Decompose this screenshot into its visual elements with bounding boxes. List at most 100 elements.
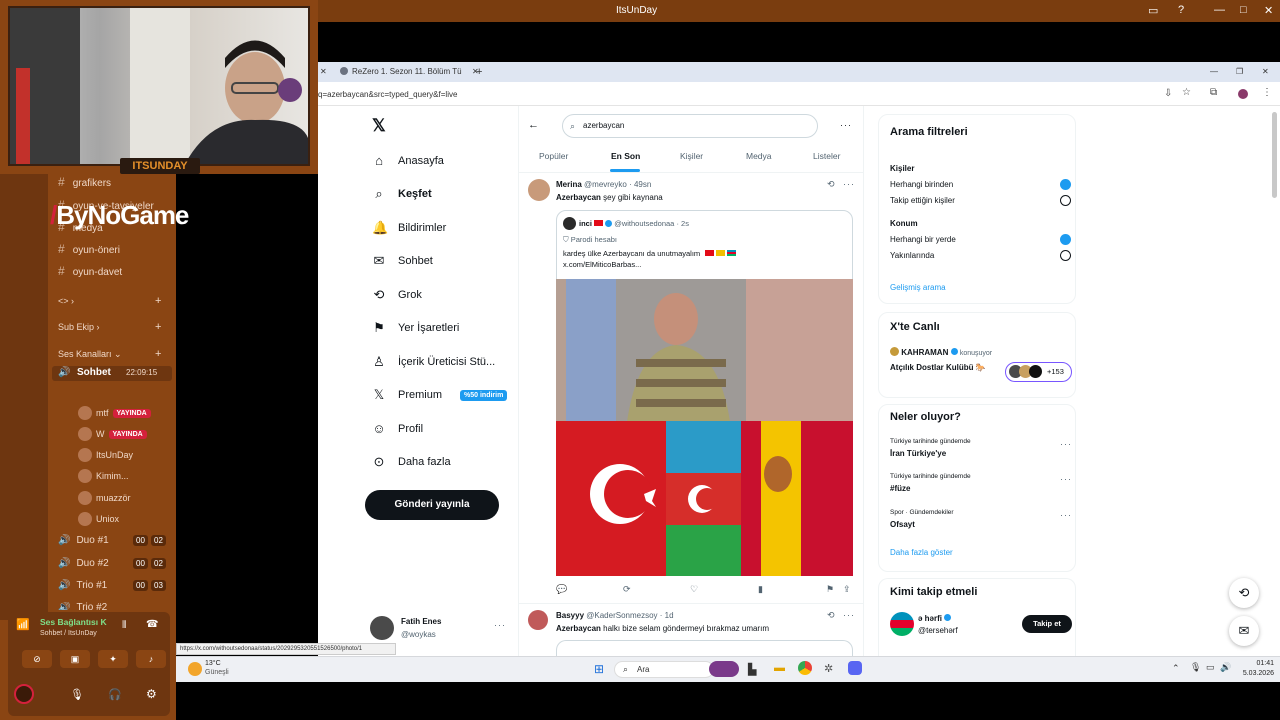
tweet-photo[interactable] <box>556 279 853 576</box>
voice-user[interactable]: ItsUnDay <box>78 448 133 462</box>
headphones-icon[interactable]: 🎧 <box>108 688 122 701</box>
tweet-more-icon[interactable]: ··· <box>843 610 855 620</box>
share-icon[interactable]: ⇪ <box>843 584 851 595</box>
add-channel-icon[interactable]: + <box>155 295 161 307</box>
radio-checked-icon[interactable] <box>1060 234 1071 245</box>
close-icon[interactable]: ✕ <box>1262 62 1269 82</box>
radio-unchecked-icon[interactable] <box>1060 250 1071 261</box>
screen-icon[interactable]: ▭ <box>1148 4 1158 17</box>
hidden-category[interactable]: <> › <box>58 296 74 306</box>
search-more-icon[interactable]: ··· <box>840 120 852 130</box>
network-icon[interactable]: ▭ <box>1206 662 1215 673</box>
back-arrow-icon[interactable]: ← <box>528 119 539 131</box>
browser-tab[interactable]: ReZero 1. Sezon 11. Bölüm Tü ✕ <box>334 62 479 82</box>
follow-button[interactable]: Takip et <box>1022 615 1072 633</box>
like-icon[interactable]: ♡ <box>690 584 698 595</box>
retweet-icon[interactable]: ⟳ <box>623 584 631 595</box>
clock-date[interactable]: 5.03.2026 <box>1226 670 1274 677</box>
voice-user[interactable]: Kimim... <box>78 469 129 483</box>
sub-ekip-category[interactable]: Sub Ekip › <box>58 322 100 332</box>
nav-item[interactable]: ⌕ Keşfet <box>372 186 431 202</box>
voice-user[interactable]: Uniox <box>78 512 119 526</box>
weather-icon[interactable] <box>188 662 202 676</box>
views-icon[interactable]: ▮ <box>758 584 763 595</box>
channel-item[interactable]: # oyun-öneri <box>58 242 120 256</box>
voice-room[interactable]: 🔊 Duo #1 00 02 <box>58 535 166 546</box>
new-tab-icon[interactable]: + <box>476 62 482 82</box>
quoted-tweet[interactable] <box>556 640 853 656</box>
quote-link[interactable]: x.com/ElMiticoBarbas... <box>563 260 641 269</box>
screenshare-icon[interactable]: ▣ <box>60 650 90 668</box>
grok-icon[interactable]: ⟲ <box>827 610 835 621</box>
live-space-name[interactable]: Atçılık Dostlar Kulübü 🐎 <box>890 363 986 372</box>
minimize-icon[interactable]: — <box>1214 4 1225 16</box>
trend-name[interactable]: #füze <box>890 484 910 493</box>
tab-lists[interactable]: Listeler <box>813 151 840 161</box>
post-button[interactable]: Gönderi yayınla <box>365 490 499 520</box>
avatar[interactable] <box>890 612 914 636</box>
voice-room[interactable]: 🔊 Duo #2 00 02 <box>58 558 166 569</box>
address-bar[interactable]: q=azerbaycan&src=typed_query&f=live ⇩ ☆ … <box>318 82 1280 106</box>
nav-item[interactable]: ✉ Sohbet <box>372 253 433 269</box>
tab-people[interactable]: Kişiler <box>680 151 703 161</box>
add-channel-icon[interactable]: + <box>155 348 161 360</box>
nav-item[interactable]: ☺ Profil <box>372 421 423 436</box>
nav-item[interactable]: ⟲ Grok <box>372 287 422 303</box>
voice-user[interactable]: mtf YAYINDA <box>78 406 151 420</box>
nav-item[interactable]: ⚑ Yer İşaretleri <box>372 320 459 336</box>
mic-tray-icon[interactable]: 🎙 <box>1190 662 1201 673</box>
radio-unchecked-icon[interactable] <box>1060 195 1071 206</box>
star-icon[interactable]: ☆ <box>1182 87 1191 98</box>
active-voice-row[interactable]: 🔊 Sohbet 22:09:15 <box>52 366 172 381</box>
tweet-more-icon[interactable]: ··· <box>843 179 855 189</box>
nav-item[interactable]: 🔔 Bildirimler <box>372 220 446 236</box>
account-more-icon[interactable]: ··· <box>494 620 506 630</box>
voice-category[interactable]: Ses Kanalları ⌄ <box>58 349 122 360</box>
avatar[interactable] <box>14 684 34 704</box>
suggest-name[interactable]: ə hərfi <box>918 614 942 623</box>
discord-icon[interactable] <box>848 661 862 675</box>
soundboard-icon[interactable]: ♪ <box>136 650 166 668</box>
grok-fab-icon[interactable]: ⟲ <box>1229 578 1259 608</box>
channel-item[interactable]: # oyun-davet <box>58 264 122 278</box>
nav-item[interactable]: ⊙ Daha fazla <box>372 454 451 470</box>
folder-icon[interactable]: ▬ <box>774 662 785 674</box>
clock-time[interactable]: 01:41 <box>1240 660 1274 667</box>
show-more-link[interactable]: Daha fazla göster <box>890 548 953 557</box>
account-name[interactable]: Fatih Enes <box>401 617 441 626</box>
add-channel-icon[interactable]: + <box>155 321 161 333</box>
restore-icon[interactable]: ❐ <box>1236 62 1243 82</box>
messages-fab-icon[interactable]: ✉ <box>1229 616 1259 646</box>
noise-icon[interactable]: ⦀ <box>122 620 126 631</box>
close-icon[interactable]: ✕ <box>1264 4 1273 17</box>
taskbar-search[interactable]: ⌕ Ara <box>614 661 714 678</box>
help-icon[interactable]: ? <box>1178 4 1184 16</box>
scrollbar[interactable] <box>1272 112 1277 198</box>
avatar[interactable] <box>528 610 548 630</box>
channel-item[interactable]: # grafikers <box>58 175 111 189</box>
trend-more-icon[interactable]: ··· <box>1060 510 1072 520</box>
avatar[interactable] <box>528 179 550 201</box>
close-tab-icon[interactable]: ✕ <box>320 62 327 82</box>
voice-room[interactable]: 🔊 Trio #1 00 03 <box>58 580 166 591</box>
tab-latest[interactable]: En Son <box>611 151 640 161</box>
reply-icon[interactable]: 💬 <box>556 584 567 595</box>
voice-user[interactable]: muazzör <box>78 491 131 505</box>
disconnect-icon[interactable]: ☎ <box>146 619 158 630</box>
filter-following[interactable]: Takip ettiğin kişiler <box>890 196 955 205</box>
microphone-icon[interactable]: 🎙 <box>70 688 84 701</box>
profile-avatar[interactable] <box>1238 89 1248 99</box>
trend-more-icon[interactable]: ··· <box>1060 439 1072 449</box>
trend-more-icon[interactable]: ··· <box>1060 474 1072 484</box>
camera-off-icon[interactable]: ⊘ <box>22 650 52 668</box>
maximize-icon[interactable]: □ <box>1240 4 1247 16</box>
filter-anywhere[interactable]: Herhangi bir yerde <box>890 235 956 244</box>
account-avatar[interactable] <box>370 616 394 640</box>
minimize-icon[interactable]: — <box>1210 62 1218 82</box>
tab-media[interactable]: Medya <box>746 151 772 161</box>
x-logo-icon[interactable]: 𝕏 <box>372 116 386 136</box>
radio-checked-icon[interactable] <box>1060 179 1071 190</box>
voice-user[interactable]: W YAYINDA <box>78 427 147 441</box>
trend-name[interactable]: Ofsayt <box>890 520 915 529</box>
tweet-author[interactable]: Basyyy <box>556 611 584 620</box>
